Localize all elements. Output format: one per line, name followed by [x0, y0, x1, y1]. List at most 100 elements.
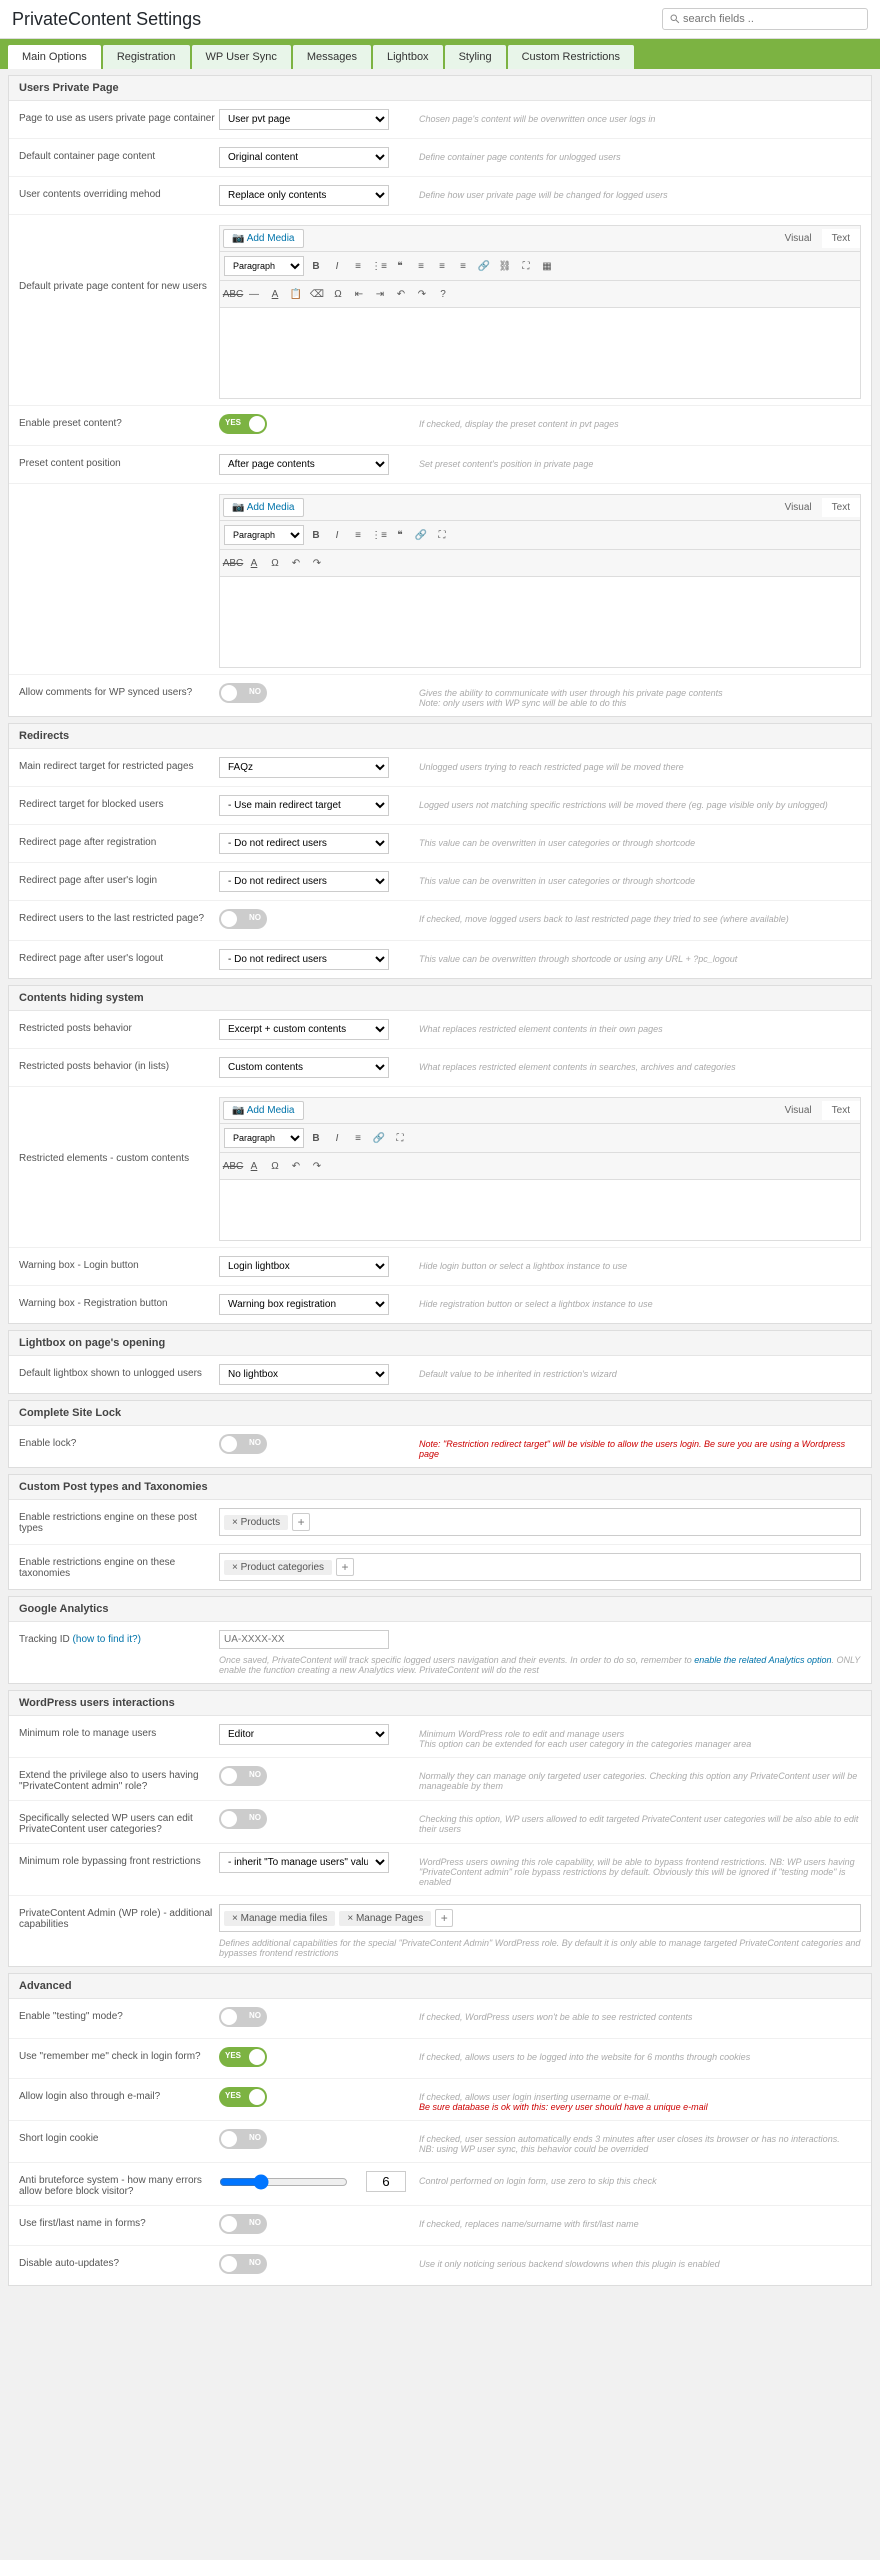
- format-select[interactable]: Paragraph: [224, 1128, 304, 1148]
- tracking-hint-link[interactable]: (how to find it?): [73, 1634, 141, 1645]
- tag-manage-media[interactable]: × Manage media files: [224, 1911, 335, 1926]
- tag-product-categories[interactable]: × Product categories: [224, 1560, 332, 1575]
- strike-icon[interactable]: ABC: [224, 1157, 242, 1175]
- color-icon[interactable]: A: [245, 554, 263, 572]
- short-cookie-toggle[interactable]: NO: [219, 2129, 267, 2149]
- autoupdate-toggle[interactable]: NO: [219, 2254, 267, 2274]
- italic-icon[interactable]: I: [328, 526, 346, 544]
- strike-icon[interactable]: ABC: [224, 554, 242, 572]
- add-tag-button[interactable]: +: [292, 1513, 310, 1531]
- align-left-icon[interactable]: ≡: [412, 257, 430, 275]
- pvt-page-select[interactable]: User pvt page: [219, 109, 389, 130]
- add-media-button[interactable]: 📷 Add Media: [223, 1101, 304, 1120]
- flname-toggle[interactable]: NO: [219, 2214, 267, 2234]
- tracking-id-input[interactable]: [219, 1630, 389, 1649]
- color-icon[interactable]: A: [245, 1157, 263, 1175]
- list-ul-icon[interactable]: ≡: [349, 526, 367, 544]
- default-container-select[interactable]: Original content: [219, 147, 389, 168]
- quote-icon[interactable]: ❝: [391, 257, 409, 275]
- search-box[interactable]: [662, 8, 868, 30]
- add-tag-button[interactable]: +: [336, 1558, 354, 1576]
- admin-cap-tagbox[interactable]: × Manage media files × Manage Pages +: [219, 1904, 861, 1932]
- bypass-select[interactable]: - inherit "To manage users" value: [219, 1852, 389, 1873]
- last-restricted-toggle[interactable]: NO: [219, 909, 267, 929]
- link-icon[interactable]: 🔗: [412, 526, 430, 544]
- bold-icon[interactable]: B: [307, 1129, 325, 1147]
- enable-lock-toggle[interactable]: NO: [219, 1434, 267, 1454]
- clear-icon[interactable]: ⌫: [308, 285, 326, 303]
- tab-wp-user-sync[interactable]: WP User Sync: [192, 45, 291, 69]
- testing-toggle[interactable]: NO: [219, 2007, 267, 2027]
- email-login-toggle[interactable]: YES: [219, 2087, 267, 2107]
- tag-manage-pages[interactable]: × Manage Pages: [339, 1911, 431, 1926]
- bold-icon[interactable]: B: [307, 257, 325, 275]
- unlink-icon[interactable]: ⛓: [496, 257, 514, 275]
- tab-messages[interactable]: Messages: [293, 45, 371, 69]
- visual-tab[interactable]: Visual: [775, 498, 822, 517]
- more-icon[interactable]: ▦: [538, 257, 556, 275]
- tax-tagbox[interactable]: × Product categories +: [219, 1553, 861, 1581]
- visual-tab[interactable]: Visual: [775, 229, 822, 248]
- warn-reg-select[interactable]: Warning box registration: [219, 1294, 389, 1315]
- tab-custom-restrictions[interactable]: Custom Restrictions: [508, 45, 634, 69]
- italic-icon[interactable]: I: [328, 257, 346, 275]
- fullscreen-icon[interactable]: ⛶: [517, 257, 535, 275]
- preset-toggle[interactable]: YES: [219, 414, 267, 434]
- after-login-select[interactable]: - Do not redirect users: [219, 871, 389, 892]
- char-icon[interactable]: Ω: [266, 1157, 284, 1175]
- list-ul-icon[interactable]: ≡: [349, 1129, 367, 1147]
- lists-behavior-select[interactable]: Custom contents: [219, 1057, 389, 1078]
- posts-behavior-select[interactable]: Excerpt + custom contents: [219, 1019, 389, 1040]
- editor-content[interactable]: [220, 308, 860, 398]
- tab-registration[interactable]: Registration: [103, 45, 190, 69]
- tab-lightbox[interactable]: Lightbox: [373, 45, 443, 69]
- extend-priv-toggle[interactable]: NO: [219, 1766, 267, 1786]
- visual-tab[interactable]: Visual: [775, 1101, 822, 1120]
- default-lightbox-select[interactable]: No lightbox: [219, 1364, 389, 1385]
- undo-icon[interactable]: ↶: [287, 554, 305, 572]
- add-media-button[interactable]: 📷 Add Media: [223, 229, 304, 248]
- undo-icon[interactable]: ↶: [287, 1157, 305, 1175]
- editor-content[interactable]: [220, 1180, 860, 1240]
- text-tab[interactable]: Text: [822, 1101, 860, 1120]
- quote-icon[interactable]: ❝: [391, 526, 409, 544]
- redo-icon[interactable]: ↷: [308, 554, 326, 572]
- redo-icon[interactable]: ↷: [413, 285, 431, 303]
- bold-icon[interactable]: B: [307, 526, 325, 544]
- tab-styling[interactable]: Styling: [445, 45, 506, 69]
- italic-icon[interactable]: I: [328, 1129, 346, 1147]
- link-icon[interactable]: 🔗: [370, 1129, 388, 1147]
- specific-toggle[interactable]: NO: [219, 1809, 267, 1829]
- min-role-select[interactable]: Editor: [219, 1724, 389, 1745]
- text-tab[interactable]: Text: [822, 229, 860, 248]
- char-icon[interactable]: Ω: [329, 285, 347, 303]
- pt-tagbox[interactable]: × Products +: [219, 1508, 861, 1536]
- preset-pos-select[interactable]: After page contents: [219, 454, 389, 475]
- tag-products[interactable]: × Products: [224, 1515, 288, 1530]
- allow-comments-toggle[interactable]: NO: [219, 683, 267, 703]
- brute-slider[interactable]: [219, 2174, 348, 2190]
- warn-login-select[interactable]: Login lightbox: [219, 1256, 389, 1277]
- fullscreen-icon[interactable]: ⛶: [391, 1129, 409, 1147]
- format-select[interactable]: Paragraph: [224, 256, 304, 276]
- add-media-button[interactable]: 📷 Add Media: [223, 498, 304, 517]
- redo-icon[interactable]: ↷: [308, 1157, 326, 1175]
- paste-icon[interactable]: 📋: [287, 285, 305, 303]
- list-ol-icon[interactable]: ⋮≡: [370, 257, 388, 275]
- hr-icon[interactable]: —: [245, 285, 263, 303]
- main-target-select[interactable]: FAQz: [219, 757, 389, 778]
- color-icon[interactable]: A: [266, 285, 284, 303]
- search-input[interactable]: [681, 11, 861, 27]
- after-logout-select[interactable]: - Do not redirect users: [219, 949, 389, 970]
- list-ol-icon[interactable]: ⋮≡: [370, 526, 388, 544]
- outdent-icon[interactable]: ⇤: [350, 285, 368, 303]
- editor-content[interactable]: [220, 577, 860, 667]
- help-icon[interactable]: ?: [434, 285, 452, 303]
- after-reg-select[interactable]: - Do not redirect users: [219, 833, 389, 854]
- list-ul-icon[interactable]: ≡: [349, 257, 367, 275]
- fullscreen-icon[interactable]: ⛶: [433, 526, 451, 544]
- blocked-select[interactable]: - Use main redirect target: [219, 795, 389, 816]
- align-right-icon[interactable]: ≡: [454, 257, 472, 275]
- tab-main-options[interactable]: Main Options: [8, 45, 101, 69]
- format-select[interactable]: Paragraph: [224, 525, 304, 545]
